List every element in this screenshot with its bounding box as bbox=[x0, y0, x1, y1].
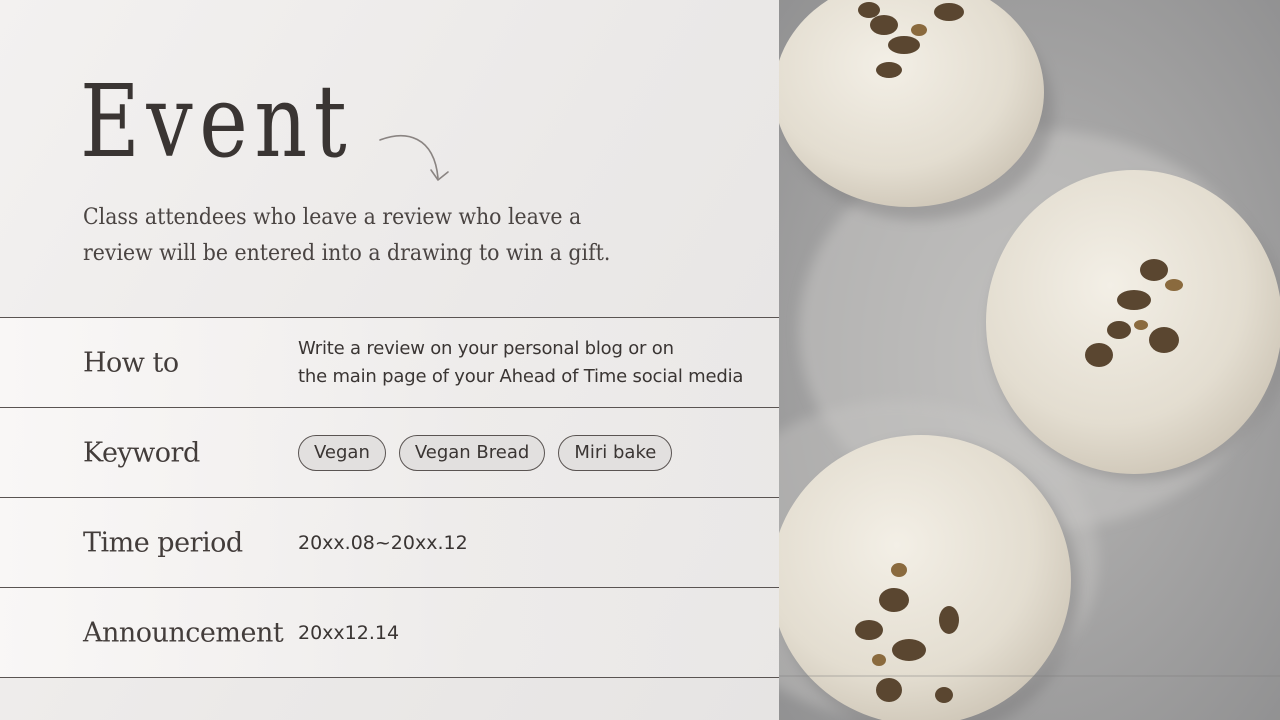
row-label-how-to: How to bbox=[83, 347, 179, 378]
curved-arrow-icon bbox=[379, 135, 449, 181]
row-label-time-period: Time period bbox=[83, 527, 243, 558]
how-to-line-1: Write a review on your personal blog or … bbox=[298, 337, 674, 359]
keyword-chip-vegan-bread[interactable]: Vegan Bread bbox=[398, 434, 546, 471]
row-value-announcement: 20xx12.14 bbox=[298, 621, 400, 644]
row-keyword: Keyword Vegan Vegan Bread Miri bake bbox=[0, 407, 779, 497]
row-value-time-period: 20xx.08~20xx.12 bbox=[298, 531, 468, 554]
intro-text: Class attendees who leave a review who l… bbox=[83, 200, 610, 272]
keyword-chip-vegan[interactable]: Vegan bbox=[298, 434, 386, 471]
bread-dough-balls-photo-icon bbox=[779, 0, 1280, 720]
row-how-to: How to Write a review on your personal b… bbox=[0, 317, 779, 407]
how-to-line-2: the main page of your Ahead of Time soci… bbox=[298, 365, 744, 387]
bread-dough-photo bbox=[779, 0, 1280, 720]
keyword-chip-miri-bake[interactable]: Miri bake bbox=[558, 434, 673, 471]
row-label-keyword: Keyword bbox=[83, 437, 200, 468]
page-title: Event bbox=[80, 63, 354, 180]
intro-line-2: review will be entered into a drawing to… bbox=[83, 241, 611, 266]
row-label-announcement: Announcement bbox=[83, 617, 284, 648]
row-value-how-to: Write a review on your personal blog or … bbox=[298, 335, 743, 391]
row-announcement: Announcement 20xx12.14 bbox=[0, 587, 779, 678]
row-time-period: Time period 20xx.08~20xx.12 bbox=[0, 497, 779, 587]
keyword-chips: Vegan Vegan Bread Miri bake bbox=[298, 434, 673, 471]
intro-line-1: Class attendees who leave a review who l… bbox=[83, 205, 582, 230]
left-panel: Event Class attendees who leave a review… bbox=[0, 0, 779, 720]
event-details-table: How to Write a review on your personal b… bbox=[0, 317, 779, 678]
